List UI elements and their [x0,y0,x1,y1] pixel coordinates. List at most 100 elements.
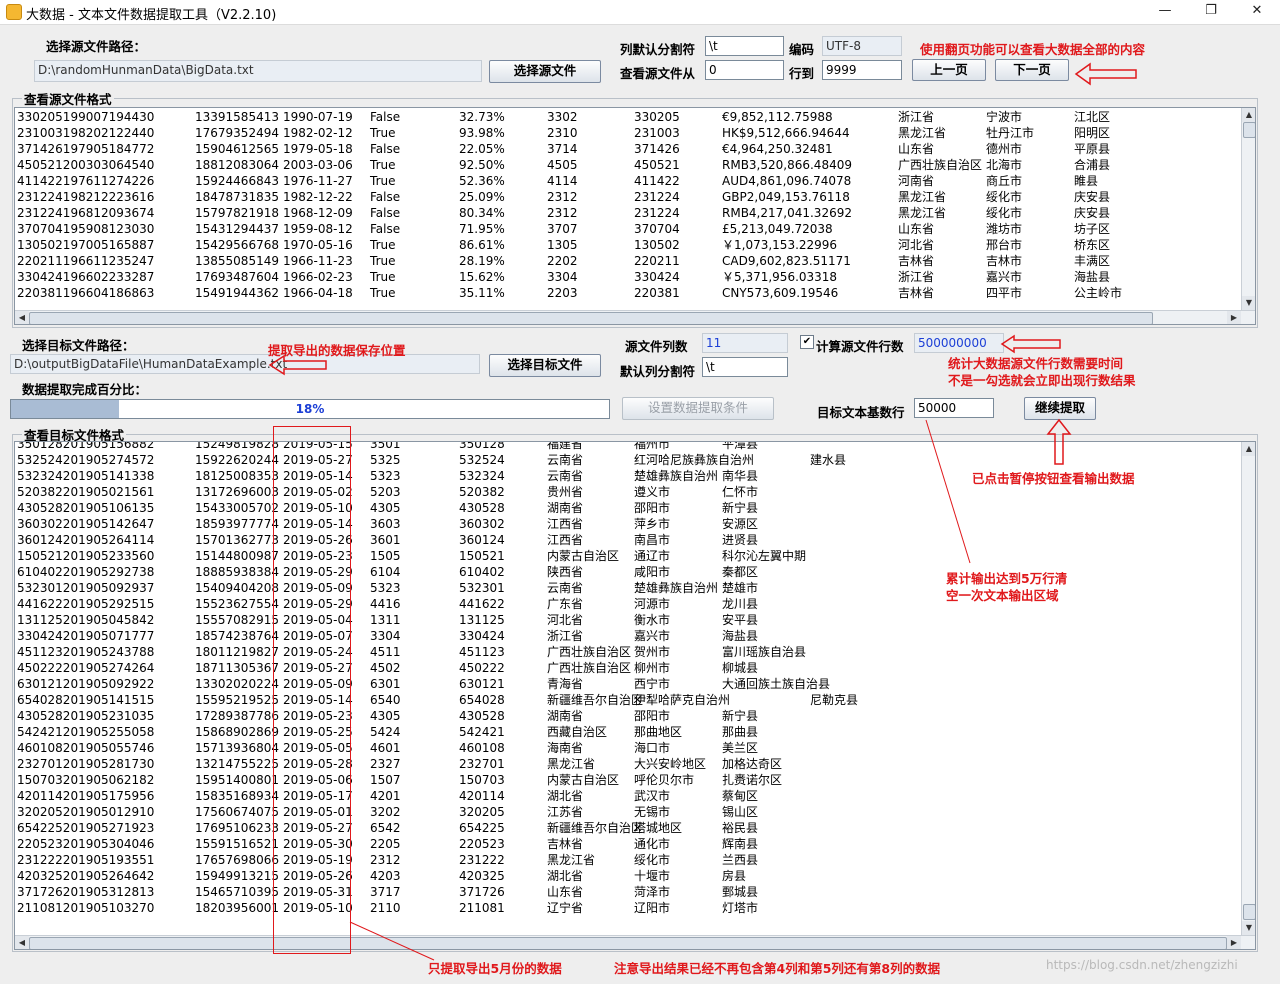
source-cell: 黑龙江省 [898,206,947,220]
close-icon[interactable]: ✕ [1234,0,1280,24]
target-cell: 131125201905045842 [17,613,155,627]
source-horizontal-scrollbar[interactable]: ◀ ▶ [15,310,1255,324]
source-cell: 15924466843 [195,174,279,188]
target-cell: 5323 [370,581,401,595]
target-cell: 231222 [459,853,505,867]
target-cell: 231222201905193551 [17,853,155,867]
prev-page-button[interactable]: 上一页 [912,59,986,81]
source-cell: RMB4,217,041.32692 [722,206,852,220]
source-cell: 18478731835 [195,190,279,204]
target-cell: 520382201905021561 [17,485,155,499]
source-cell: 2312 [547,206,578,220]
target-cell: 4305 [370,501,401,515]
target-cell: 新疆维吾尔自治区 [547,693,644,707]
annotation-may-only: 只提取导出5月份的数据 [428,961,562,976]
target-cell: 18203956001 [195,901,279,915]
target-cell: 福建省 [547,442,584,451]
select-target-button[interactable]: 选择目标文件 [489,354,601,377]
source-path-field[interactable]: D:\randomHunmanData\BigData.txt [34,60,482,82]
source-cell: 71.95% [459,222,505,236]
target-vertical-scrollbar[interactable]: ▲ ▼ [1241,442,1255,935]
target-cell: 5323 [370,469,401,483]
target-cell: 尼勒克县 [810,693,859,707]
scroll-up-icon[interactable]: ▲ [1242,442,1255,456]
date-column-highlight [273,426,351,954]
source-text-area[interactable]: 330205199007194430 13391585413 1990-07-19 F… [14,107,1256,325]
target-cell: 山东省 [547,885,584,899]
target-cell: 辽宁省 [547,901,584,915]
source-cell: 1979-05-18 [283,142,353,156]
scroll-right-icon[interactable]: ▶ [1227,936,1241,949]
target-hscroll-thumb[interactable] [29,937,1227,949]
target-cell: 安源区 [722,517,759,531]
source-cell: 330205 [634,110,680,124]
source-cell: 220381196604186863 [17,286,155,300]
scroll-right-icon[interactable]: ▶ [1227,311,1241,324]
restore-icon[interactable]: ❐ [1188,0,1234,24]
source-cell: 绥化市 [986,190,1023,204]
progress-text: 18% [295,402,325,416]
col-separator-input[interactable]: \t [705,36,784,56]
target-cell: 441622 [459,597,505,611]
target-cell: 湖南省 [547,709,584,723]
base-rows-input[interactable]: 50000 [914,398,994,418]
source-cell: 1982-02-12 [283,126,353,140]
scroll-left-icon[interactable]: ◀ [15,311,29,324]
line-to-may-note-icon [349,921,435,961]
source-cell: 山东省 [898,142,935,156]
continue-extract-button[interactable]: 继续提取 [1024,397,1096,420]
source-cell: 牡丹江市 [986,126,1035,140]
source-cell: 15904612565 [195,142,279,156]
target-path-field[interactable]: D:\outputBigDataFile\HumanDataExample.tx… [10,354,480,374]
target-cell: 湖北省 [547,789,584,803]
source-cell: 231224 [634,190,680,204]
source-cell: 130502197005165887 [17,238,155,252]
source-rows: 330205199007194430 13391585413 1990-07-19 F… [17,109,1239,309]
set-condition-button[interactable]: 设置数据提取条件 [622,397,774,420]
source-cell: 330424 [634,270,680,284]
target-cell: 15557082915 [195,613,279,627]
base-rows-label: 目标文本基数行 [817,405,905,420]
target-cell: 350128 [459,442,505,451]
target-cell: 湖北省 [547,869,584,883]
row-to-input[interactable]: 9999 [822,60,902,80]
target-cell: 420325 [459,869,505,883]
calc-rows-checkbox[interactable]: ✔ [800,335,814,349]
target-cell: 150703201905062182 [17,773,155,787]
source-cell: False [370,206,401,220]
encoding-field[interactable]: UTF-8 [822,36,902,56]
target-cell: 塔城地区 [634,821,683,835]
target-cell: 4502 [370,661,401,675]
target-cell: 15713936804 [195,741,279,755]
target-cell: 18011219827 [195,645,279,659]
target-cell: 江西省 [547,533,584,547]
target-cell: 河源市 [634,597,671,611]
target-cell: 17695106233 [195,821,279,835]
annotation-no-columns: 注意导出结果已经不再包含第4列和第5列还有第8列的数据 [614,961,941,976]
default-sep-input[interactable]: \t [702,357,788,377]
col-separator-label: 列默认分割符 [620,42,696,57]
scroll-down-icon[interactable]: ▼ [1242,921,1255,935]
target-vscroll-thumb[interactable] [1243,904,1255,920]
source-cell: 13391585413 [195,110,279,124]
next-page-button[interactable]: 下一页 [995,59,1069,81]
target-cell: 18711305367 [195,661,279,675]
scroll-up-icon[interactable]: ▲ [1242,108,1255,122]
scroll-left-icon[interactable]: ◀ [15,936,29,949]
target-cell: 420114201905175956 [17,789,155,803]
calc-rows-field[interactable]: 500000000 [914,333,1004,353]
scroll-down-icon[interactable]: ▼ [1242,296,1255,310]
source-vscroll-thumb[interactable] [1243,122,1255,138]
source-hscroll-thumb[interactable] [29,312,1153,324]
view-from-input[interactable]: 0 [705,60,784,80]
target-cell: 371726 [459,885,505,899]
minimize-icon[interactable]: — [1142,0,1188,24]
col-count-field[interactable]: 11 [702,333,788,353]
target-cell: 海盐县 [722,629,759,643]
source-vertical-scrollbar[interactable]: ▲ ▼ [1241,108,1255,310]
source-cell: 411422 [634,174,680,188]
select-source-button[interactable]: 选择源文件 [489,60,601,83]
target-text-area[interactable]: 350128201905156882 15249819828 2019-05-15 3… [14,441,1256,950]
target-horizontal-scrollbar[interactable]: ◀ ▶ [15,935,1255,949]
target-cell: 4601 [370,741,401,755]
